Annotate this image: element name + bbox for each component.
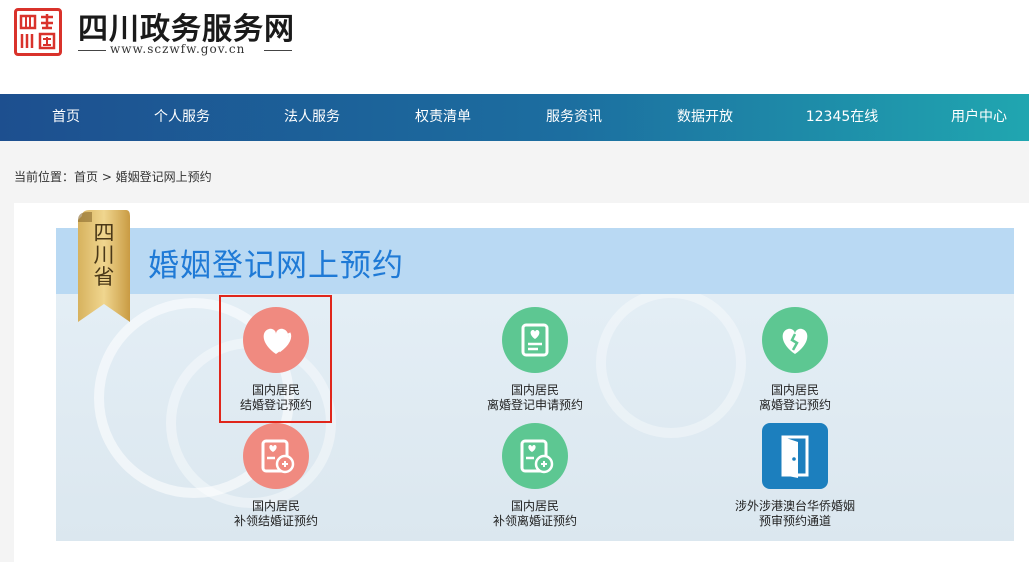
service-label: 国内居民 结婚登记预约 (176, 383, 376, 413)
breadcrumb[interactable]: 当前位置：首页 > 婚姻登记网上预约 (14, 168, 212, 185)
certificate-add-icon (243, 423, 309, 489)
service-line1: 国内居民 (251, 383, 300, 397)
service-divorce-certificate-reissue[interactable]: 国内居民 补领离婚证预约 (435, 423, 635, 529)
certificate-add-icon (502, 423, 568, 489)
site-url: www.sczwfw.gov.cn (110, 42, 246, 56)
main-nav: 首页 个人服务 法人服务 权责清单 服务资讯 数据开放 12345在线 用户中心 (0, 94, 1029, 141)
nav-item-open-data[interactable]: 数据开放 (650, 94, 760, 141)
service-foreign-marriage-channel[interactable]: 涉外涉港澳台华侨婚姻 预审预约通道 (695, 423, 895, 529)
service-line1: 国内居民 (510, 383, 559, 397)
site-url-row: www.sczwfw.gov.cn (78, 42, 292, 58)
ribbon-text: 四川省 (78, 222, 130, 288)
service-label: 国内居民 离婚登记申请预约 (435, 383, 635, 413)
service-marriage-registration[interactable]: 国内居民 结婚登记预约 (176, 307, 376, 413)
url-divider-left (78, 50, 106, 51)
heart-icon (243, 307, 309, 373)
nav-item-home[interactable]: 首页 (11, 94, 121, 141)
site-logo-seal-icon[interactable] (14, 8, 62, 56)
service-label: 涉外涉港澳台华侨婚姻 预审预约通道 (695, 499, 895, 529)
nav-item-user-center[interactable]: 用户中心 (924, 94, 1029, 141)
nav-item-power-list[interactable]: 权责清单 (388, 94, 498, 141)
service-line1: 国内居民 (510, 499, 559, 513)
service-divorce-registration[interactable]: 国内居民 离婚登记预约 (695, 307, 895, 413)
door-icon (762, 423, 828, 489)
nav-item-personal-services[interactable]: 个人服务 (127, 94, 237, 141)
service-line2: 结婚登记预约 (239, 398, 312, 412)
page-title: 婚姻登记网上预约 (148, 248, 404, 284)
document-heart-icon (502, 307, 568, 373)
service-label: 国内居民 离婚登记预约 (695, 383, 895, 413)
service-line1: 国内居民 (770, 383, 819, 397)
service-marriage-certificate-reissue[interactable]: 国内居民 补领结婚证预约 (176, 423, 376, 529)
service-line2: 补领结婚证预约 (233, 514, 318, 528)
service-divorce-application[interactable]: 国内居民 离婚登记申请预约 (435, 307, 635, 413)
service-line2: 补领离婚证预约 (492, 514, 577, 528)
site-header: 四川政务服务网 www.sczwfw.gov.cn (0, 0, 1029, 94)
service-label: 国内居民 补领结婚证预约 (176, 499, 376, 529)
service-label: 国内居民 补领离婚证预约 (435, 499, 635, 529)
broken-heart-icon (762, 307, 828, 373)
service-line2: 离婚登记申请预约 (486, 398, 583, 412)
nav-item-12345-online[interactable]: 12345在线 (787, 94, 897, 141)
service-line2: 预审预约通道 (758, 514, 831, 528)
service-line1: 国内居民 (251, 499, 300, 513)
service-line1: 涉外涉港澳台华侨婚姻 (734, 499, 855, 513)
nav-item-legal-entity-services[interactable]: 法人服务 (257, 94, 367, 141)
url-divider-right (264, 50, 292, 51)
ribbon-label: 四川省 (93, 221, 115, 289)
nav-item-service-news[interactable]: 服务资讯 (519, 94, 629, 141)
service-line2: 离婚登记预约 (758, 398, 831, 412)
